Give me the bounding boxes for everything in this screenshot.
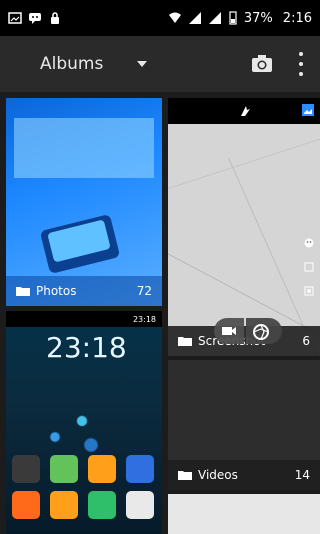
battery-icon	[229, 11, 237, 25]
album-count: 6	[302, 334, 310, 348]
preview-clock: 23:18	[46, 331, 127, 364]
preview-app-grid	[12, 455, 156, 525]
status-left-icons	[8, 11, 62, 25]
album-name: Photos	[36, 284, 77, 298]
album-footer: Videos 14	[168, 460, 320, 490]
album-footer: Photos 72	[6, 276, 162, 306]
camera-icon[interactable]	[250, 52, 274, 76]
lock-icon	[51, 12, 59, 24]
photo-thumbnail-background	[14, 118, 154, 178]
sparkle-icon	[241, 106, 250, 116]
preview-statusbar: 23:18	[6, 311, 162, 327]
album-photos[interactable]: Photos 72	[6, 98, 162, 306]
album-screenshot[interactable]: Screenshot 6	[168, 98, 320, 356]
screenshot-topbar	[168, 98, 320, 124]
battery-percent: 37%	[243, 10, 273, 26]
signal-icon	[188, 12, 201, 24]
image-notification-icon	[8, 12, 22, 24]
folder-icon	[16, 287, 30, 296]
album-footer: Screenshot 6	[168, 326, 320, 356]
message-notification-icon	[29, 13, 41, 24]
shutter-icon	[253, 324, 269, 340]
app-icon	[50, 491, 78, 519]
app-icon	[50, 455, 78, 483]
album-phone-screenshot[interactable]: 23:18 23:18	[6, 311, 162, 534]
settings-app-icon	[126, 455, 154, 483]
shutter-button[interactable]	[246, 318, 282, 344]
folder-icon	[178, 337, 192, 346]
status-right-icons: 37% 2:16	[168, 11, 312, 26]
action-bar: Albums	[0, 36, 320, 92]
video-record-button[interactable]	[214, 318, 244, 344]
app-icon	[12, 455, 40, 483]
preview-status-time: 23:18	[132, 314, 156, 324]
albums-title-dropdown[interactable]: Albums	[40, 54, 103, 74]
album-count: 14	[294, 468, 310, 482]
album-partial-thumbnail[interactable]	[168, 494, 320, 534]
overflow-menu-icon[interactable]	[298, 52, 304, 76]
gallery-icon	[302, 104, 314, 116]
mail-app-icon	[126, 491, 154, 519]
portrait-icon	[304, 286, 314, 296]
folder-icon	[178, 471, 192, 480]
status-time: 2:16	[282, 10, 312, 26]
face-icon	[304, 238, 314, 248]
fm-app-icon	[88, 491, 116, 519]
signal-secondary-icon	[208, 12, 221, 24]
calendar-app-icon	[12, 491, 40, 519]
app-icon	[88, 455, 116, 483]
wifi-icon	[168, 12, 181, 23]
crop-icon	[304, 262, 314, 272]
album-videos[interactable]: Videos 14	[168, 360, 320, 490]
album-name: Videos	[198, 468, 238, 482]
album-count: 72	[136, 284, 152, 298]
status-bar: 37% 2:16	[0, 0, 320, 36]
video-camera-icon	[222, 327, 236, 335]
dropdown-arrow-icon[interactable]	[137, 61, 148, 67]
ceiling-line	[168, 126, 320, 189]
